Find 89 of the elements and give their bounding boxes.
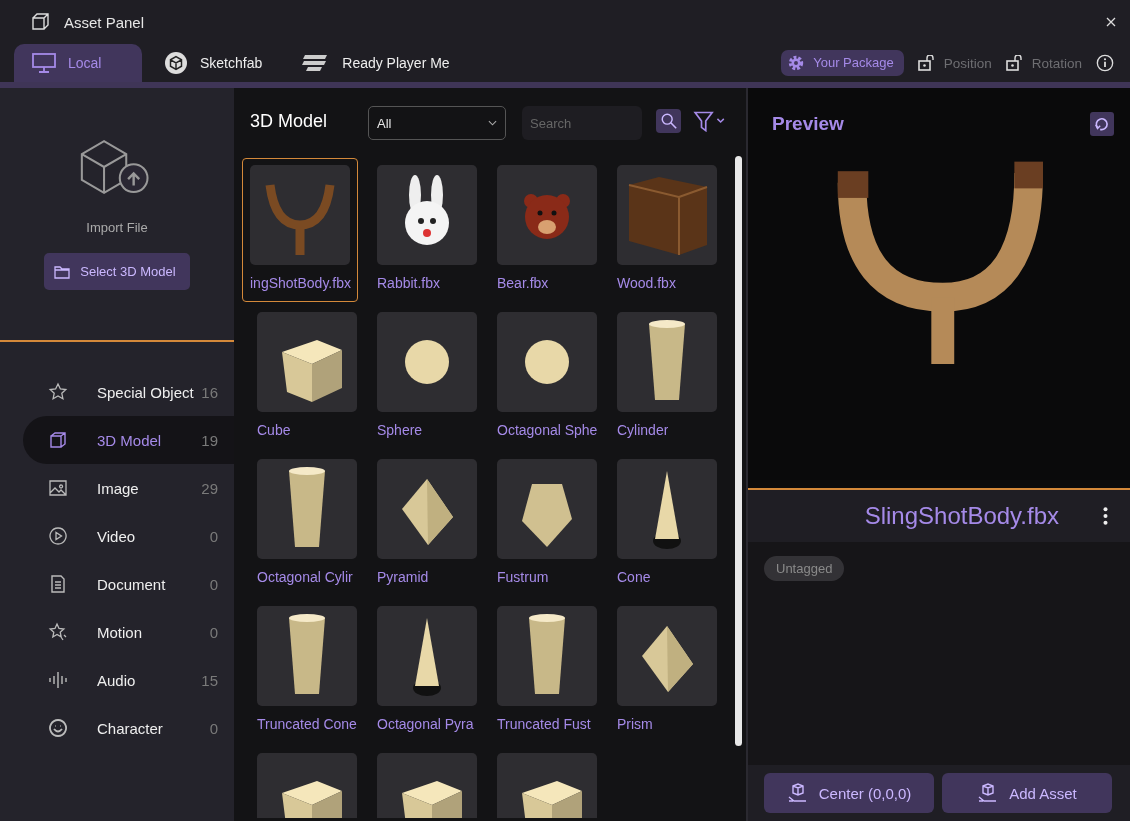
- model-card[interactable]: Fustrum: [490, 451, 606, 596]
- model-name: Truncated Cone: [257, 715, 357, 732]
- select-model-button[interactable]: Select 3D Model: [44, 253, 190, 290]
- model-card[interactable]: Rabbit.fbx: [370, 157, 486, 302]
- reset-icon: [1093, 115, 1111, 133]
- tab[interactable]: Local: [14, 44, 142, 82]
- model-card[interactable]: Pyramid: [370, 451, 486, 596]
- cube-icon: [48, 430, 68, 450]
- model-card[interactable]: ingShotBody.fbx: [242, 157, 358, 302]
- filter-dropdown[interactable]: All: [368, 106, 506, 140]
- document-icon: [48, 574, 68, 594]
- model-name: Cylinder: [617, 421, 669, 438]
- model-card[interactable]: Cube: [250, 304, 366, 449]
- folder-icon: [54, 264, 71, 279]
- model-name: Bear.fbx: [497, 274, 549, 291]
- model-card[interactable]: Octagonal Pyra: [370, 598, 486, 743]
- motion-icon: [48, 622, 68, 642]
- item-count: 16: [201, 383, 218, 401]
- model-card[interactable]: Wood.fbx: [610, 157, 726, 302]
- filter-icon[interactable]: [693, 110, 727, 132]
- category-item[interactable]: Audio 15: [23, 656, 234, 704]
- scrollbar-thumb[interactable]: [735, 156, 742, 746]
- audio-icon: [48, 670, 68, 690]
- category-item[interactable]: Document 0: [23, 560, 234, 608]
- star-icon: [48, 382, 68, 402]
- info-icon[interactable]: [1096, 54, 1114, 72]
- model-name: Wood.fbx: [617, 274, 676, 291]
- image-icon: [48, 478, 68, 498]
- unlock-icon: [1005, 55, 1024, 71]
- chevron-down-icon: [488, 120, 497, 126]
- package-button[interactable]: Your Package: [781, 50, 904, 76]
- model-name: ingShotBody.fbx: [250, 274, 351, 291]
- model-name: Octagonal Sphe: [497, 421, 598, 438]
- model-card[interactable]: Cone: [610, 451, 726, 596]
- model-name: Truncated Fust: [497, 715, 591, 732]
- monitor-icon: [32, 52, 56, 74]
- search-field[interactable]: Search: [522, 106, 642, 140]
- model-name: Cube: [257, 421, 291, 438]
- import-label: Import File: [86, 220, 148, 235]
- search-icon: [659, 112, 678, 130]
- search-button[interactable]: [656, 109, 681, 133]
- model-card[interactable]: Octagonal Sphe: [490, 304, 606, 449]
- category-item[interactable]: Image 29: [23, 464, 234, 512]
- preview-title: Preview: [772, 113, 844, 135]
- model-name: Pyramid: [377, 568, 429, 585]
- model-card[interactable]: Sphere: [370, 304, 486, 449]
- model-card[interactable]: Bear.fbx: [490, 157, 606, 302]
- asset-name: SlingShotBody.fbx: [864, 502, 1059, 530]
- category-item[interactable]: Motion 0: [23, 608, 234, 656]
- character-icon: [48, 718, 68, 738]
- unlock-icon: [917, 55, 936, 71]
- item-count: 0: [209, 719, 218, 737]
- action-button[interactable]: Add Asset: [942, 773, 1112, 813]
- cube-logo-icon: [164, 52, 188, 74]
- cube-icon: [30, 12, 50, 32]
- action-button[interactable]: Center (0,0,0): [764, 773, 934, 813]
- item-count: 0: [209, 527, 218, 545]
- item-count: 29: [201, 479, 218, 497]
- category-item[interactable]: Video 0: [23, 512, 234, 560]
- model-card[interactable]: Octagonal Cylir: [250, 451, 366, 596]
- model-card[interactable]: Truncated Cone: [250, 598, 366, 743]
- category-item[interactable]: Special Object 16: [23, 368, 234, 416]
- tab[interactable]: Sketchfab: [146, 44, 281, 82]
- window-title: Asset Panel: [64, 13, 146, 31]
- item-count: 0: [209, 575, 218, 593]
- model-name: Sphere: [377, 421, 423, 438]
- close-icon[interactable]: [1106, 17, 1116, 27]
- box-hand-icon: [786, 782, 809, 804]
- model-name: Cone: [617, 568, 651, 585]
- item-count: 15: [201, 671, 218, 689]
- item-count: 19: [201, 431, 218, 449]
- section-title: 3D Model: [250, 110, 329, 132]
- model-name: Fustrum: [497, 568, 549, 585]
- model-card[interactable]: Prism: [610, 598, 726, 743]
- category-item[interactable]: Character 0: [23, 704, 234, 752]
- tab[interactable]: Ready Player Me: [284, 44, 468, 82]
- settings-icon: [787, 53, 806, 72]
- more-icon[interactable]: [1103, 507, 1108, 525]
- item-count: 0: [209, 623, 218, 641]
- model-card[interactable]: Truncated Fust: [490, 598, 606, 743]
- model-name: Rabbit.fbx: [377, 274, 441, 291]
- video-icon: [48, 526, 68, 546]
- category-item[interactable]: 3D Model 19: [23, 416, 234, 464]
- model-name: Prism: [617, 715, 653, 732]
- tag-chip: Untagged: [764, 556, 845, 581]
- reset-view-button[interactable]: [1090, 112, 1114, 136]
- model-card[interactable]: Cylinder: [610, 304, 726, 449]
- model-name: Octagonal Pyra: [377, 715, 474, 732]
- model-name: Octagonal Cylir: [257, 568, 353, 585]
